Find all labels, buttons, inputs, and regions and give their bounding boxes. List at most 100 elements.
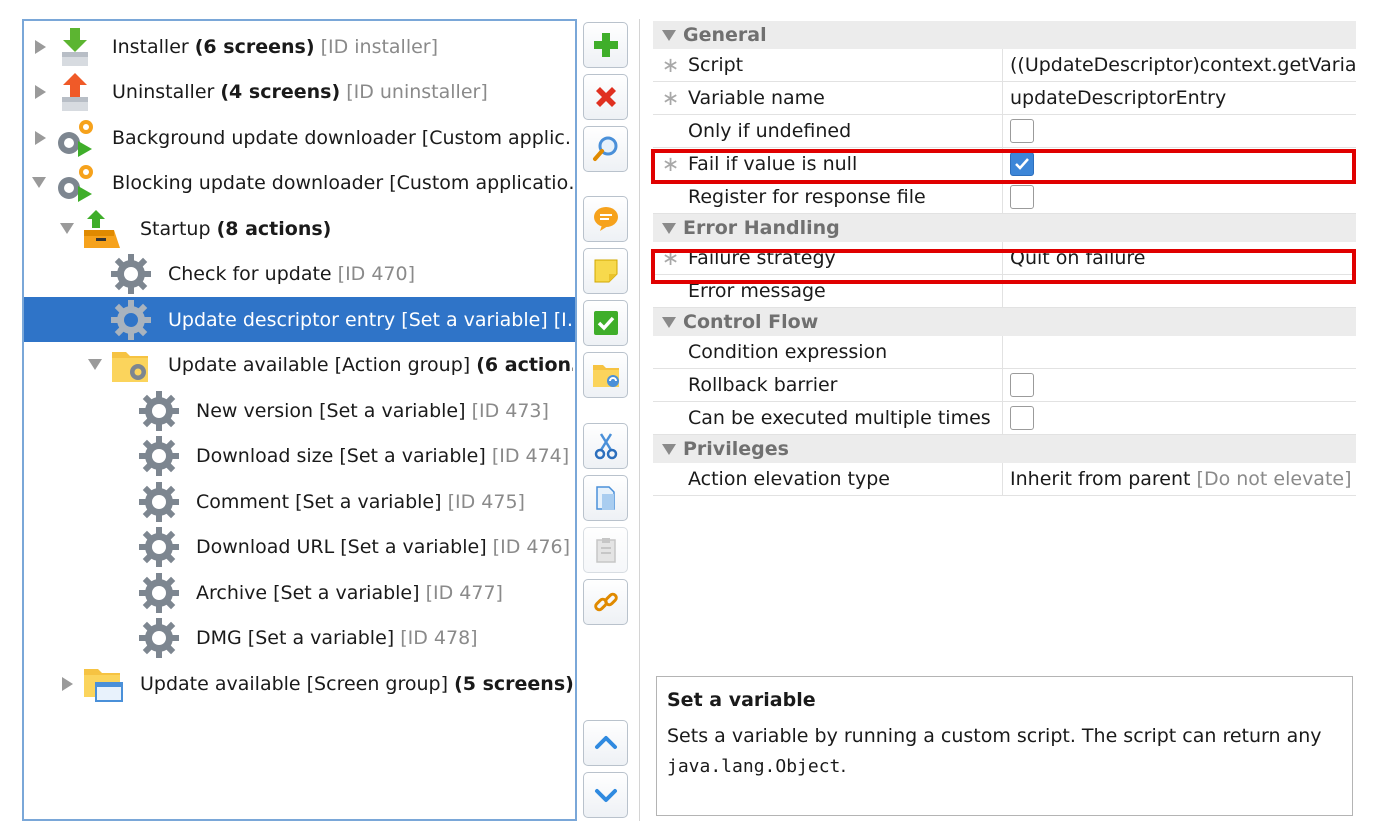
property-label: Can be executed multiple times	[688, 407, 991, 429]
tree-item-label: New version [Set a variable] [ID 473]	[196, 399, 549, 422]
description-title: Set a variable	[667, 689, 816, 711]
multiple-times-checkbox[interactable]	[1010, 406, 1034, 430]
cut-button[interactable]	[583, 423, 628, 469]
property-error-message[interactable]: Error message	[653, 275, 1356, 308]
gear-icon	[139, 435, 179, 476]
tree-item-download-url[interactable]: Download URL [Set a variable] [ID 476]	[24, 524, 575, 569]
description-text: Sets a variable by running a custom scri…	[667, 725, 1322, 777]
elevation-value[interactable]: Inherit from parent	[1010, 468, 1191, 490]
link-button[interactable]	[583, 579, 628, 625]
tree-item-update-descriptor-entry[interactable]: Update descriptor entry [Set a variable]…	[24, 297, 575, 342]
tree-item-label: Update descriptor entry [Set a variable]…	[168, 308, 573, 331]
fail-if-null-checkbox[interactable]	[1010, 152, 1034, 176]
startup-icon	[84, 209, 120, 248]
failure-strategy-value[interactable]: Quit on failure	[1010, 247, 1146, 269]
tree-item-update-available-action-group[interactable]: Update available [Action group] (6 actio…	[24, 342, 575, 387]
custom-application-icon	[58, 164, 93, 202]
tree-item-uninstaller[interactable]: Uninstaller (4 screens) [ID uninstaller]	[24, 69, 575, 114]
tree-item-update-available-screen-group[interactable]: Update available [Screen group] (5 scree…	[24, 661, 575, 706]
tree-item-label: Check for update [ID 470]	[168, 262, 416, 285]
register-response-checkbox[interactable]	[1010, 185, 1034, 209]
section-general[interactable]: General	[653, 21, 1356, 49]
property-script[interactable]: ∗ Script ((UpdateDescriptor)context.getVa…	[653, 49, 1356, 82]
rollback-barrier-checkbox[interactable]	[1010, 373, 1034, 397]
search-button[interactable]	[583, 126, 628, 172]
action-group-folder-icon	[112, 351, 148, 382]
section-title: General	[683, 24, 767, 46]
required-star-icon: ∗	[661, 246, 680, 270]
check-button[interactable]	[583, 300, 628, 346]
variable-name-value[interactable]: updateDescriptorEntry	[1010, 87, 1226, 109]
tree-item-label: Download URL [Set a variable] [ID 476]	[196, 535, 571, 558]
section-title: Control Flow	[683, 311, 819, 333]
move-down-button[interactable]	[583, 772, 628, 818]
property-register-response[interactable]: Register for response file	[653, 181, 1356, 214]
tree-item-label: Download size [Set a variable] [ID 474]	[196, 444, 570, 467]
only-if-undefined-checkbox[interactable]	[1010, 119, 1034, 143]
tree-item-startup[interactable]: Startup (8 actions)	[24, 206, 575, 251]
property-variable-name[interactable]: ∗ Variable name updateDescriptorEntry	[653, 82, 1356, 115]
property-label: Rollback barrier	[688, 374, 838, 396]
property-grid: General ∗ Script ((UpdateDescriptor)conte…	[651, 21, 1356, 496]
tree-item-dmg[interactable]: DMG [Set a variable] [ID 478]	[24, 615, 575, 660]
collapse-arrow-icon[interactable]	[662, 443, 676, 455]
property-label: Error message	[688, 280, 826, 302]
tree-item-installer[interactable]: Installer (6 screens) [ID installer]	[24, 24, 575, 69]
uninstaller-icon	[62, 72, 88, 111]
tree-item-label: Update available [Action group] (6 actio…	[168, 353, 573, 376]
tree-item-new-version[interactable]: New version [Set a variable] [ID 473]	[24, 388, 575, 433]
tree-item-label: Update available [Screen group] (5 scree…	[140, 672, 573, 695]
script-value[interactable]: ((UpdateDescriptor)context.getVariabl	[1010, 54, 1356, 76]
folder-button[interactable]	[583, 352, 628, 398]
note-icon	[594, 259, 617, 283]
comment-button[interactable]	[583, 196, 628, 242]
property-fail-if-null[interactable]: ∗ Fail if value is null	[653, 148, 1356, 181]
collapse-arrow-icon[interactable]	[662, 29, 676, 41]
tree-item-label: Archive [Set a variable] [ID 477]	[196, 581, 503, 604]
required-star-icon: ∗	[661, 53, 680, 77]
checkmark-icon	[1015, 158, 1029, 170]
property-label: Only if undefined	[688, 120, 852, 142]
gear-icon	[139, 526, 179, 567]
screen-group-folder-icon	[84, 668, 123, 702]
copy-button[interactable]	[583, 475, 628, 521]
tree-item-label: Installer (6 screens) [ID installer]	[112, 35, 439, 58]
property-failure-strategy[interactable]: ∗ Failure strategy Quit on failure	[653, 242, 1356, 275]
property-rollback-barrier[interactable]: Rollback barrier	[653, 369, 1356, 402]
tree-item-comment[interactable]: Comment [Set a variable] [ID 475]	[24, 479, 575, 524]
expand-arrow-icon[interactable]	[35, 130, 46, 145]
expand-arrow-icon[interactable]	[62, 676, 73, 691]
collapse-arrow-icon[interactable]	[662, 222, 676, 234]
collapse-arrow-icon[interactable]	[88, 359, 102, 370]
search-icon	[592, 136, 617, 161]
tree-panel[interactable]: Installer (6 screens) [ID installer] Uni…	[22, 19, 577, 821]
add-button[interactable]	[583, 22, 628, 68]
note-button[interactable]	[583, 248, 628, 294]
collapse-arrow-icon[interactable]	[662, 316, 676, 328]
link-icon	[593, 592, 618, 612]
move-up-button[interactable]	[583, 720, 628, 766]
property-condition-expression[interactable]: Condition expression	[653, 336, 1356, 369]
collapse-arrow-icon[interactable]	[32, 177, 46, 188]
tree-item-blocking-downloader[interactable]: Blocking update downloader [Custom appli…	[24, 160, 575, 205]
move-up-icon	[594, 736, 617, 749]
collapse-arrow-icon[interactable]	[60, 223, 74, 234]
expand-arrow-icon[interactable]	[35, 39, 46, 54]
tree-item-check-for-update[interactable]: Check for update [ID 470]	[24, 251, 575, 296]
tree-item-label: Startup (8 actions)	[140, 217, 332, 240]
section-privileges[interactable]: Privileges	[653, 435, 1356, 463]
section-control-flow[interactable]: Control Flow	[653, 308, 1356, 336]
toolbar	[582, 19, 632, 821]
property-label: Variable name	[688, 87, 825, 109]
property-elevation-type[interactable]: Action elevation type Inherit from paren…	[653, 463, 1356, 496]
tree-item-archive[interactable]: Archive [Set a variable] [ID 477]	[24, 570, 575, 615]
property-only-if-undefined[interactable]: Only if undefined	[653, 115, 1356, 148]
delete-button[interactable]	[583, 74, 628, 120]
paste-button[interactable]	[583, 527, 628, 573]
pane-divider[interactable]	[639, 19, 640, 821]
expand-arrow-icon[interactable]	[35, 84, 46, 99]
tree-item-download-size[interactable]: Download size [Set a variable] [ID 474]	[24, 433, 575, 478]
property-multiple-times[interactable]: Can be executed multiple times	[653, 402, 1356, 435]
section-error-handling[interactable]: Error Handling	[653, 214, 1356, 242]
tree-item-background-downloader[interactable]: Background update downloader [Custom app…	[24, 115, 575, 160]
